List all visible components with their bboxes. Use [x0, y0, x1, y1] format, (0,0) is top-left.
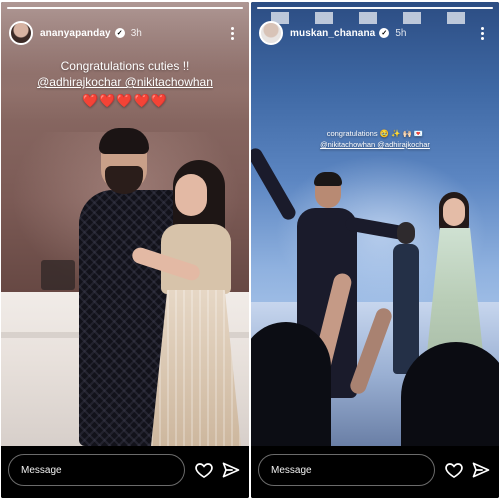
- story-caption: Congratulations cuties !! @adhirajkochar…: [1, 58, 249, 110]
- caption-mentions[interactable]: @nikitachowhan @adhirajkochar: [251, 139, 499, 150]
- heart-icon[interactable]: [444, 460, 464, 480]
- story-progress-bar: [7, 7, 243, 9]
- story-reply-bar: Message: [1, 446, 249, 498]
- username[interactable]: ananyapanday: [40, 28, 111, 39]
- timestamp: 3h: [130, 27, 142, 39]
- bride-face: [175, 174, 207, 216]
- username[interactable]: muskan_chanana: [290, 28, 375, 39]
- raised-arm: [348, 305, 394, 397]
- timestamp: 5h: [395, 27, 407, 39]
- avatar[interactable]: [259, 21, 283, 45]
- story-panel-left[interactable]: ananyapanday ✓ 3h Congratulations cuties…: [1, 2, 249, 498]
- send-icon[interactable]: [471, 460, 491, 480]
- story-header: ananyapanday ✓ 3h: [9, 16, 241, 50]
- more-icon[interactable]: [223, 22, 241, 44]
- caption-hearts: ❤️❤️❤️❤️❤️: [82, 93, 168, 108]
- crowd-foreground: [251, 271, 499, 446]
- more-icon[interactable]: [473, 22, 491, 44]
- message-input[interactable]: Message: [8, 454, 185, 486]
- groom-raised-arm: [251, 145, 299, 223]
- verified-icon: ✓: [379, 28, 390, 38]
- story-photo[interactable]: [251, 2, 499, 446]
- bride-figure: [130, 160, 249, 446]
- caption-line-1: congratulations 🥹 ✨ 🙌🏻 💌: [326, 129, 424, 138]
- avatar[interactable]: [9, 21, 33, 45]
- story-reply-bar: Message: [251, 446, 499, 498]
- guest-head: [397, 222, 415, 244]
- message-placeholder: Message: [271, 464, 312, 476]
- groom-hair: [314, 172, 342, 186]
- story-progress-bar: [257, 7, 493, 9]
- caption-line-1: Congratulations cuties !!: [60, 59, 190, 73]
- crowd-head: [251, 322, 331, 446]
- bride-face: [443, 198, 465, 226]
- story-progress-fill: [257, 7, 493, 9]
- crowd-head: [401, 342, 499, 446]
- story-progress-fill: [7, 7, 243, 9]
- story-caption: congratulations 🥹 ✨ 🙌🏻 💌 @nikitachowhan …: [251, 128, 499, 150]
- story-header: muskan_chanana ✓ 5h: [259, 16, 491, 50]
- story-panel-right[interactable]: muskan_chanana ✓ 5h congratulations 🥹 ✨ …: [251, 2, 499, 498]
- verified-icon: ✓: [114, 28, 125, 38]
- bride-lehenga: [151, 290, 241, 446]
- message-placeholder: Message: [21, 464, 62, 476]
- groom-hair: [99, 128, 149, 154]
- send-icon[interactable]: [221, 460, 241, 480]
- message-input[interactable]: Message: [258, 454, 435, 486]
- caption-mentions[interactable]: @adhirajkochar @nikitachowhan: [1, 74, 249, 90]
- table-decor: [41, 260, 75, 290]
- heart-icon[interactable]: [194, 460, 214, 480]
